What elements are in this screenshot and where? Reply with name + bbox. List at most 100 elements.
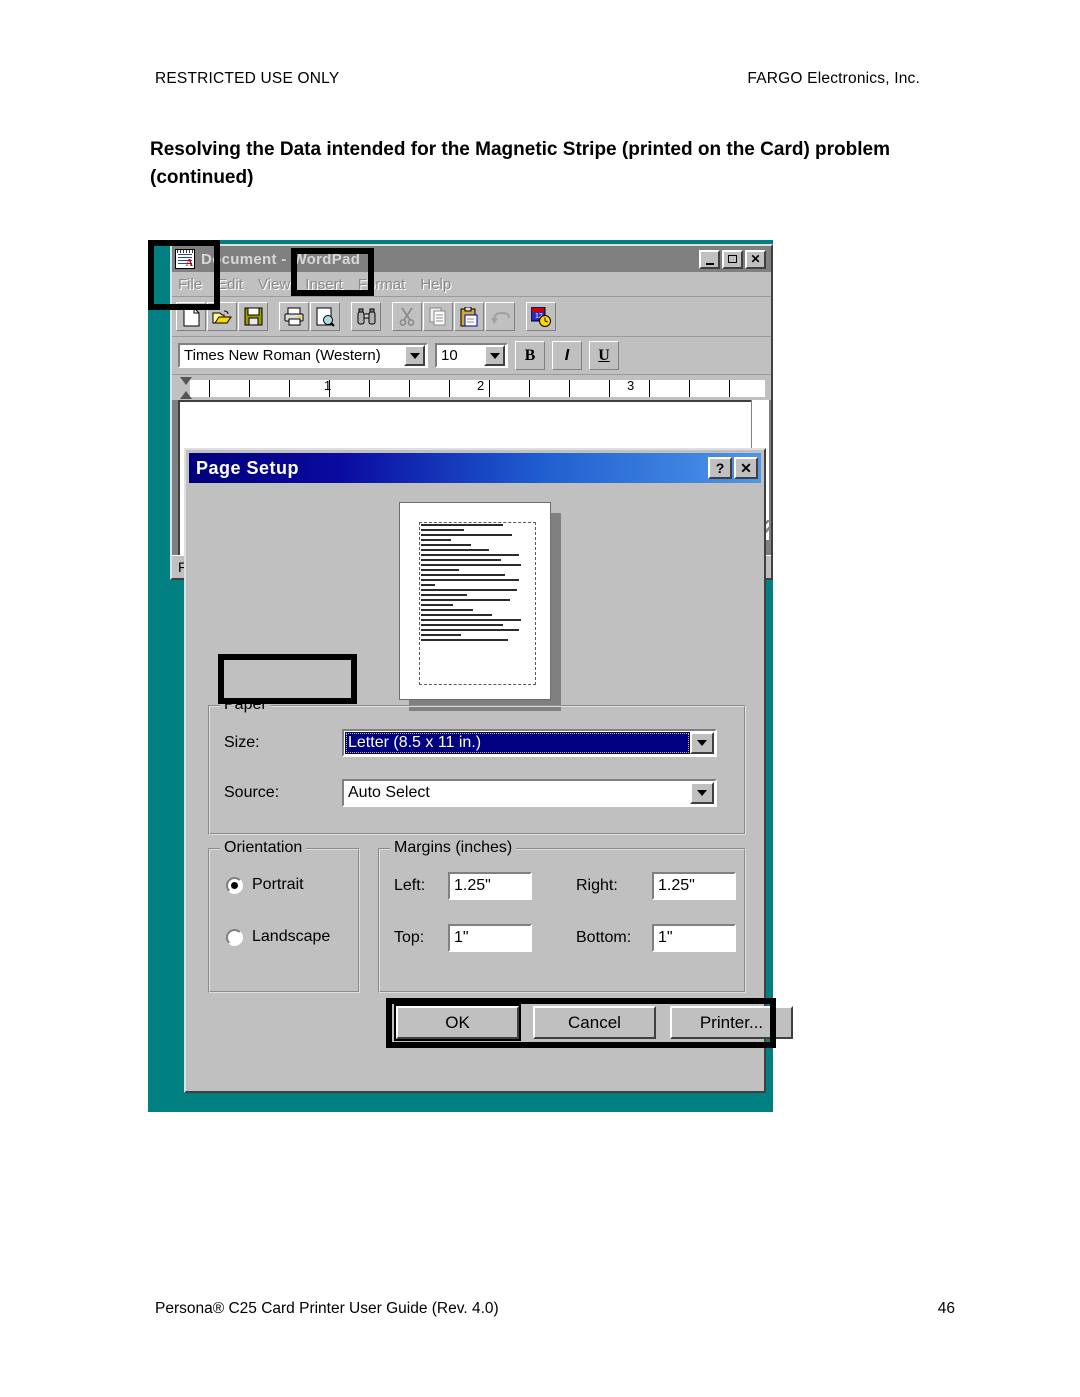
paper-group: Paper Size: Letter (8.5 x 11 in.) Source… xyxy=(208,696,746,835)
paper-source-label: Source: xyxy=(224,784,280,801)
preview-text-line xyxy=(421,619,522,621)
ruler-number-1: 1 xyxy=(324,378,332,393)
margin-left-row: Left: 1.25" xyxy=(394,872,532,900)
margin-top-row: Top: 1" xyxy=(394,924,532,952)
paste-icon[interactable] xyxy=(454,302,484,331)
help-icon[interactable]: ? xyxy=(708,457,732,479)
margin-bottom-row: Bottom: 1" xyxy=(576,924,736,952)
preview-text-line xyxy=(421,629,520,631)
date-time-icon[interactable]: 12 xyxy=(526,302,556,331)
ok-button[interactable]: OK xyxy=(396,1006,519,1039)
font-size-combobox[interactable]: 10 xyxy=(435,343,508,368)
preview-text-line xyxy=(421,524,504,526)
font-name-value: Times New Roman (Western) xyxy=(184,347,381,364)
save-floppy-icon[interactable] xyxy=(238,302,268,331)
ruler-number-3: 3 xyxy=(627,378,635,393)
paper-size-row: Size: Letter (8.5 x 11 in.) xyxy=(224,729,717,757)
preview-text-line xyxy=(421,624,504,626)
margin-bottom-input[interactable]: 1" xyxy=(652,924,736,952)
radio-landscape[interactable] xyxy=(226,928,243,946)
preview-text-line xyxy=(421,569,459,571)
menu-edit[interactable]: Edit xyxy=(217,276,243,293)
chevron-down-icon[interactable] xyxy=(484,345,505,366)
header-left-text: RESTRICTED USE ONLY xyxy=(155,70,340,87)
open-folder-icon[interactable] xyxy=(207,302,237,331)
find-binoculars-icon[interactable] xyxy=(351,302,381,331)
printer-button[interactable]: Printer... xyxy=(670,1006,793,1039)
minimize-icon[interactable] xyxy=(699,249,720,269)
maximize-icon[interactable] xyxy=(722,249,743,269)
wordpad-title-part-1: Document - xyxy=(201,250,287,268)
preview-text-line xyxy=(421,609,474,611)
wordpad-menubar: File Edit View Insert Format Help xyxy=(172,272,771,297)
paper-size-label: Size: xyxy=(224,734,260,751)
dialog-title: Page Setup xyxy=(196,457,300,478)
header-right-text: FARGO Electronics, Inc. xyxy=(747,70,920,87)
menu-help[interactable]: Help xyxy=(420,276,451,293)
preview-text-line xyxy=(421,614,492,616)
paper-source-dropdown[interactable]: Auto Select xyxy=(342,779,717,807)
preview-text-line xyxy=(421,549,490,551)
margin-top-label: Top: xyxy=(394,929,425,946)
print-preview-icon[interactable] xyxy=(310,302,340,331)
menu-insert[interactable]: Insert xyxy=(305,276,343,293)
chevron-down-icon[interactable] xyxy=(404,345,425,366)
paper-source-value: Auto Select xyxy=(348,784,430,801)
paper-size-dropdown[interactable]: Letter (8.5 x 11 in.) xyxy=(342,729,717,757)
preview-area xyxy=(186,490,764,705)
cut-scissors-icon[interactable] xyxy=(392,302,422,331)
close-icon[interactable]: ✕ xyxy=(734,457,758,479)
underline-button[interactable]: U xyxy=(589,341,619,370)
wordpad-window-buttons: ✕ xyxy=(699,249,768,269)
page-header: RESTRICTED USE ONLY FARGO Electronics, I… xyxy=(155,70,920,88)
menu-file[interactable]: File xyxy=(178,276,202,293)
preview-text-line xyxy=(421,584,435,586)
preview-text-line xyxy=(421,559,501,561)
margins-group: Margins (inches) Left: 1.25" Right: 1.25… xyxy=(378,839,746,993)
preview-text-line xyxy=(421,599,510,601)
indent-marker[interactable] xyxy=(180,377,193,399)
menu-view[interactable]: View xyxy=(258,276,290,293)
screenshot-desktop: A Document - WordPad ✕ File Edit View In… xyxy=(148,240,793,1112)
undo-icon[interactable] xyxy=(485,302,515,331)
print-icon[interactable] xyxy=(279,302,309,331)
orientation-landscape-label: Landscape xyxy=(252,928,331,945)
preview-text-line xyxy=(421,564,522,566)
margin-left-input[interactable]: 1.25" xyxy=(448,872,532,900)
page-footer: Persona® C25 Card Printer User Guide (Re… xyxy=(155,1300,955,1318)
preview-text-line xyxy=(421,604,453,606)
margin-right-input[interactable]: 1.25" xyxy=(652,872,736,900)
orientation-landscape-option[interactable]: Landscape xyxy=(226,928,330,946)
preview-text-line xyxy=(421,579,520,581)
close-icon[interactable]: ✕ xyxy=(745,249,766,269)
menu-format[interactable]: Format xyxy=(358,276,406,293)
bold-button[interactable]: B xyxy=(515,341,545,370)
chevron-down-icon[interactable] xyxy=(690,732,714,754)
preview-text-line xyxy=(421,539,451,541)
wordpad-ruler[interactable]: 1 2 3 xyxy=(172,375,771,403)
dialog-titlebar: Page Setup ? ✕ xyxy=(189,453,761,483)
wordpad-toolbar: 12 xyxy=(172,297,771,337)
page-preview-text xyxy=(419,522,536,685)
font-name-combobox[interactable]: Times New Roman (Western) xyxy=(178,343,428,368)
italic-button[interactable]: I xyxy=(552,341,582,370)
orientation-portrait-label: Portrait xyxy=(252,876,304,893)
page-number: 46 xyxy=(937,1300,955,1317)
cancel-button[interactable]: Cancel xyxy=(533,1006,656,1039)
orientation-portrait-option[interactable]: Portrait xyxy=(226,876,304,894)
margin-top-input[interactable]: 1" xyxy=(448,924,532,952)
preview-text-line xyxy=(421,594,467,596)
ruler-number-2: 2 xyxy=(477,378,485,393)
chevron-down-icon[interactable] xyxy=(690,782,714,804)
new-document-icon[interactable] xyxy=(176,302,206,331)
preview-text-line xyxy=(421,589,517,591)
margin-right-label: Right: xyxy=(576,877,618,894)
wordpad-titlebar: A Document - WordPad ✕ xyxy=(172,246,771,272)
preview-text-line xyxy=(421,639,508,641)
page-setup-dialog: Page Setup ? ✕ Paper Size: Letter (8.5 x… xyxy=(184,448,793,1093)
preview-text-line xyxy=(421,634,461,636)
paper-source-row: Source: Auto Select xyxy=(224,779,717,807)
footer-left-text: Persona® C25 Card Printer User Guide (Re… xyxy=(155,1300,499,1317)
copy-icon[interactable] xyxy=(423,302,453,331)
radio-portrait[interactable] xyxy=(226,876,243,894)
